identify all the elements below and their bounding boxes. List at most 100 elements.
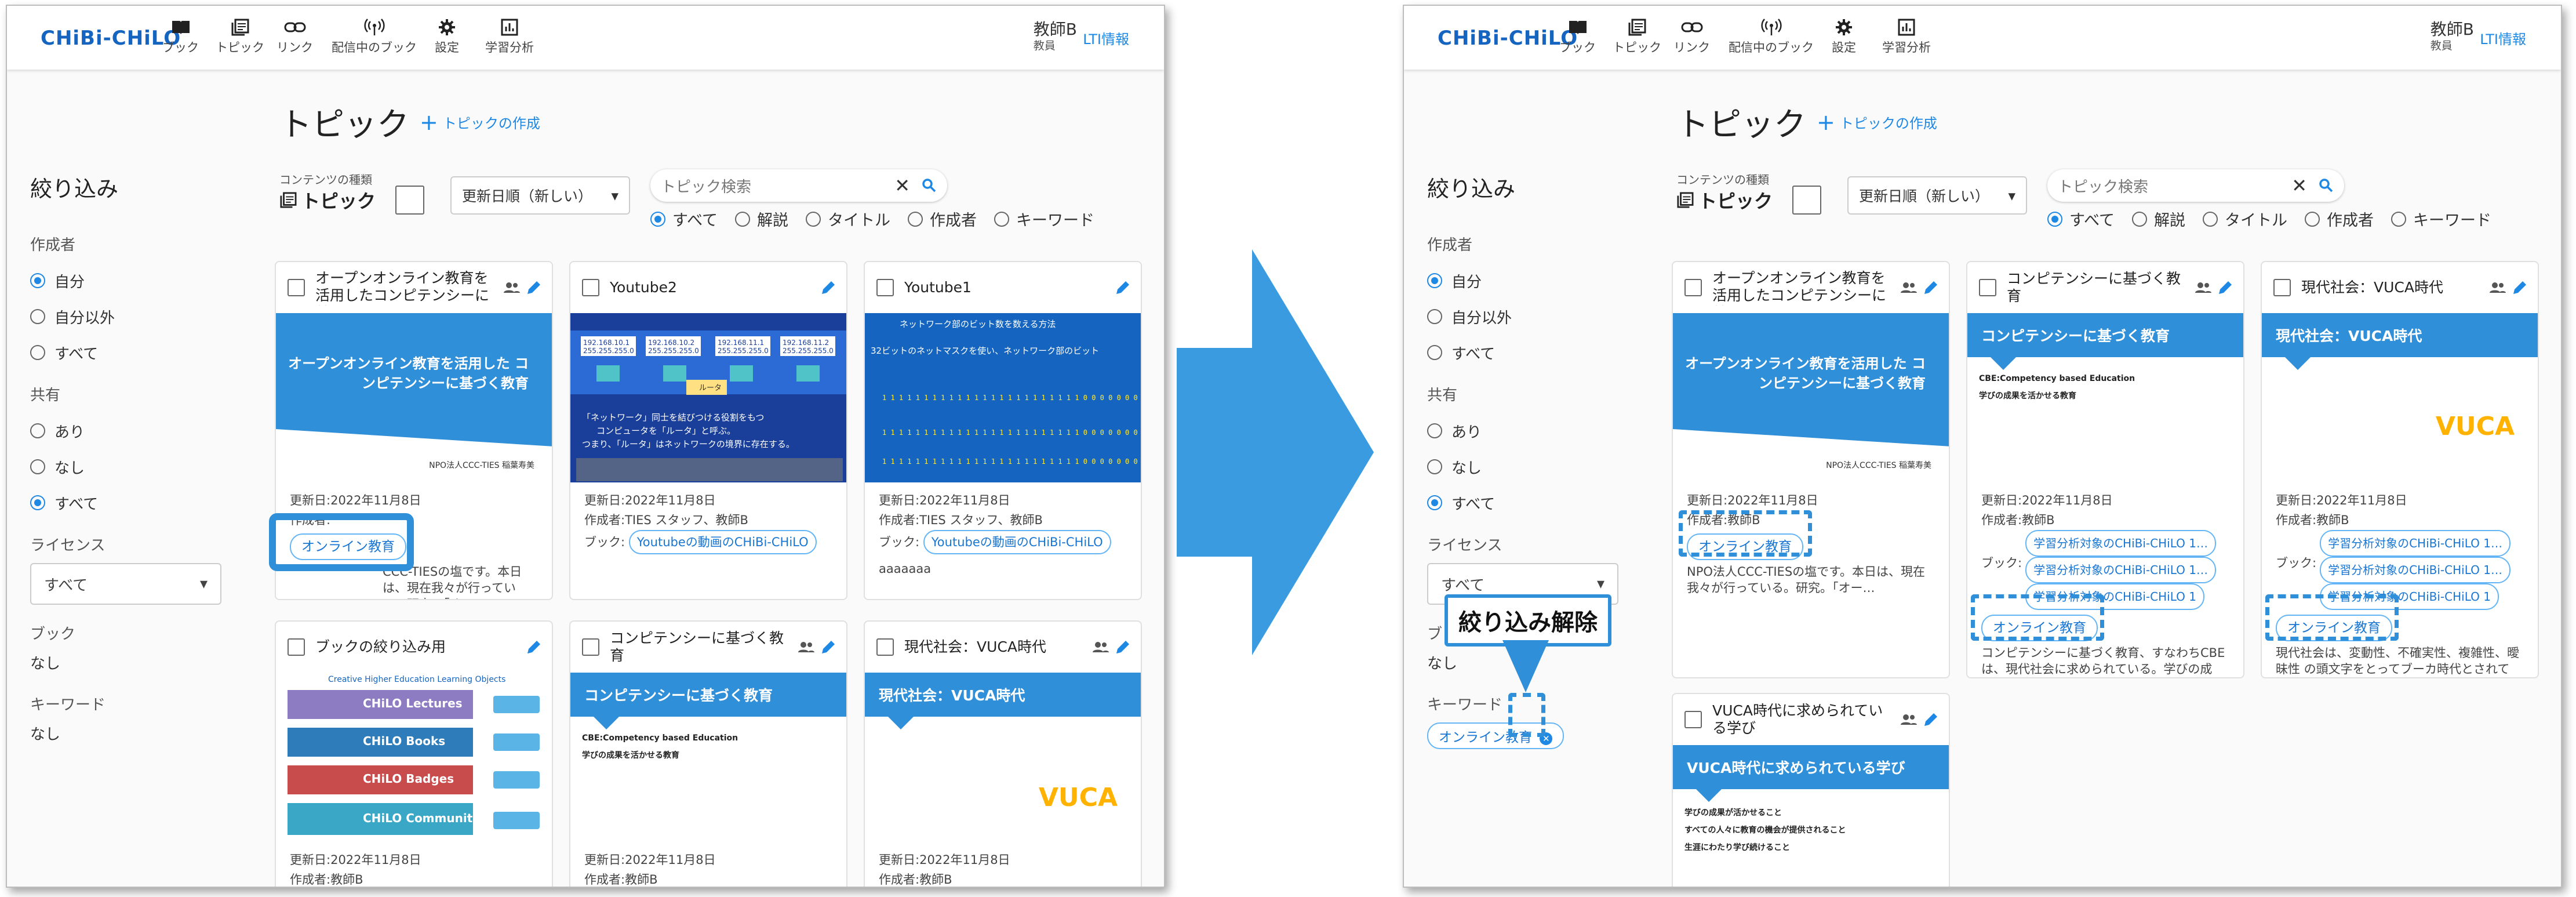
nav-settings[interactable]: 設定 — [435, 19, 459, 56]
share-radio-all[interactable]: すべて — [1427, 485, 1642, 521]
card-checkbox[interactable] — [876, 638, 894, 656]
nav-delivering-book[interactable]: 配信中のブック — [332, 19, 417, 56]
lti-info-link[interactable]: LTI情報 — [1083, 28, 1129, 48]
share-radio-no[interactable]: なし — [1427, 449, 1642, 485]
edit-pencil-icon[interactable] — [1114, 279, 1131, 296]
license-select[interactable]: すべて ▾ — [30, 563, 221, 605]
author-radio-self[interactable]: 自分 — [1427, 263, 1642, 299]
nav-delivering-book[interactable]: 配信中のブック — [1729, 19, 1814, 56]
card-checkbox[interactable] — [1684, 279, 1702, 296]
content-type[interactable]: トピック — [1676, 187, 1773, 213]
edit-pencil-icon[interactable] — [2511, 279, 2528, 296]
share-radio-no[interactable]: なし — [30, 449, 245, 485]
edit-pencil-icon[interactable] — [820, 638, 837, 656]
edit-pencil-icon[interactable] — [1114, 638, 1131, 656]
create-topic-link[interactable]: + トピックの作成 — [420, 110, 540, 135]
nav-book[interactable]: ブック — [1559, 19, 1596, 56]
create-topic-link[interactable]: + トピックの作成 — [1817, 110, 1937, 135]
topic-card[interactable]: Youtube1 ネットワーク部のビット数を数える方法 32ビットのネットマスクを… — [864, 261, 1142, 600]
share-radio-all[interactable]: すべて — [30, 485, 245, 521]
screenshot-after: CHiBi-CHiLO ブック トピック リンク 配信中のブック 設定 学習分析… — [1403, 5, 2562, 888]
scope-all[interactable]: すべて — [650, 208, 718, 230]
card-title: ブックの絞り込み用 — [315, 638, 446, 655]
book-chip[interactable]: Youtubeの動画のCHiBi-CHiLO — [923, 530, 1111, 554]
card-checkbox[interactable] — [1684, 711, 1702, 728]
lti-info-link[interactable]: LTI情報 — [2480, 28, 2526, 48]
search-icon[interactable] — [2319, 178, 2334, 193]
app-logo[interactable]: CHiBi-CHiLO — [1438, 27, 1578, 50]
select-all-checkbox[interactable] — [395, 186, 424, 215]
card-checkbox[interactable] — [582, 638, 599, 656]
topic-card[interactable]: 現代社会：VUCA時代 現代社会：VUCA時代 VUCA 更新日:2022年11… — [864, 620, 1142, 887]
card-checkbox[interactable] — [2273, 279, 2291, 296]
card-thumbnail: オープンオンライン教育を活用した コンピテンシーに基づく教育 NPO法人CCC-… — [276, 313, 552, 482]
search-box[interactable]: トピック検索 ✕ — [2047, 169, 2344, 202]
page-title: トピック — [1676, 106, 1806, 144]
topic-card[interactable]: ブックの絞り込み用 Creative Higher Education Lear… — [275, 620, 553, 887]
author-radio-others[interactable]: 自分以外 — [30, 299, 245, 335]
sort-select[interactable]: 更新日順（新しい） ▾ — [450, 176, 630, 215]
card-checkbox[interactable] — [582, 279, 599, 296]
nav-link[interactable]: リンク — [1673, 19, 1710, 56]
author-radio-all[interactable]: すべて — [1427, 335, 1642, 371]
nav-analytics[interactable]: 学習分析 — [1882, 19, 1931, 56]
scope-description[interactable]: 解説 — [2132, 208, 2185, 230]
share-radio-yes[interactable]: あり — [30, 413, 245, 449]
edit-pencil-icon[interactable] — [2217, 279, 2234, 296]
updated-date: 更新日:2022年11月8日 — [584, 853, 716, 867]
edit-pencil-icon[interactable] — [525, 638, 543, 656]
clear-icon[interactable]: ✕ — [894, 175, 910, 197]
user-menu[interactable]: 教師B 教員 — [2431, 20, 2474, 52]
topic-card[interactable]: VUCA時代に求められている学び VUCA時代に求められている学び 学びの成果が… — [1672, 693, 1950, 887]
card-checkbox[interactable] — [876, 279, 894, 296]
top-nav: CHiBi-CHiLO ブック トピック リンク 配信中のブック 設定 学習分析… — [1404, 6, 2561, 70]
topic-card[interactable]: コンピテンシーに基づく教育 コンピテンシーに基づく教育 CBE:Competen… — [569, 620, 847, 887]
card-checkbox[interactable] — [288, 279, 305, 296]
scope-author[interactable]: 作成者 — [2305, 208, 2374, 230]
edit-pencil-icon[interactable] — [1922, 711, 1940, 728]
nav-settings[interactable]: 設定 — [1832, 19, 1856, 56]
scope-title[interactable]: タイトル — [2203, 208, 2287, 230]
search-input[interactable]: トピック検索 — [661, 175, 894, 197]
app-logo[interactable]: CHiBi-CHiLO — [41, 27, 181, 50]
search-box[interactable]: トピック検索 ✕ — [650, 169, 947, 202]
book-chip[interactable]: Youtubeの動画のCHiBi-CHiLO — [628, 530, 817, 554]
nav-book[interactable]: ブック — [162, 19, 199, 56]
edit-pencil-icon[interactable] — [820, 279, 837, 296]
user-menu[interactable]: 教師B 教員 — [1034, 20, 1077, 52]
network-diagram-image: 192.168.10.1 192.168.10.2 192.168.11.1 192.… — [570, 313, 846, 482]
author-radio-others[interactable]: 自分以外 — [1427, 299, 1642, 335]
scope-title[interactable]: タイトル — [806, 208, 890, 230]
author-radio-self[interactable]: 自分 — [30, 263, 245, 299]
scope-keyword[interactable]: キーワード — [994, 208, 1094, 230]
book-icon — [172, 21, 190, 35]
share-radio-yes[interactable]: あり — [1427, 413, 1642, 449]
edit-pencil-icon[interactable] — [1922, 279, 1940, 296]
scope-keyword[interactable]: キーワード — [2391, 208, 2491, 230]
book-chip[interactable]: 学習分析対象のCHiBi-CHiLO 1… — [2025, 530, 2216, 557]
nav-link[interactable]: リンク — [276, 19, 313, 56]
book-chip[interactable]: 学習分析対象のCHiBi-CHiLO 1… — [2320, 557, 2510, 583]
edit-pencil-icon[interactable] — [525, 279, 543, 296]
clear-icon[interactable]: ✕ — [2291, 175, 2307, 197]
nav-topic[interactable]: トピック — [216, 19, 264, 56]
search-icon[interactable] — [922, 178, 937, 193]
content-type[interactable]: トピック — [279, 187, 376, 213]
search-input[interactable]: トピック検索 — [2058, 175, 2291, 197]
book-chip[interactable]: 学習分析対象のCHiBi-CHiLO 1… — [2320, 530, 2510, 557]
scope-description[interactable]: 解説 — [735, 208, 788, 230]
card-checkbox[interactable] — [1979, 279, 1996, 296]
sort-select[interactable]: 更新日順（新しい） ▾ — [1847, 176, 2027, 215]
scope-author[interactable]: 作成者 — [908, 208, 977, 230]
card-checkbox[interactable] — [288, 638, 305, 656]
nav-analytics[interactable]: 学習分析 — [485, 19, 534, 56]
nav-topic[interactable]: トピック — [1613, 19, 1661, 56]
keyword-value: なし — [30, 726, 61, 743]
book-chip[interactable]: 学習分析対象のCHiBi-CHiLO 1… — [2025, 557, 2216, 583]
author-radio-all[interactable]: すべて — [30, 335, 245, 371]
scope-all[interactable]: すべて — [2047, 208, 2115, 230]
topic-card[interactable]: オープンオンライン教育を活用したコンピテンシーに基… オープンオンライン教育を活… — [1672, 261, 1950, 678]
radio-selected-icon — [30, 495, 45, 510]
select-all-checkbox[interactable] — [1792, 186, 1821, 215]
topic-card[interactable]: Youtube2 192.168.10.1 192.168.10.2 192.168… — [569, 261, 847, 600]
